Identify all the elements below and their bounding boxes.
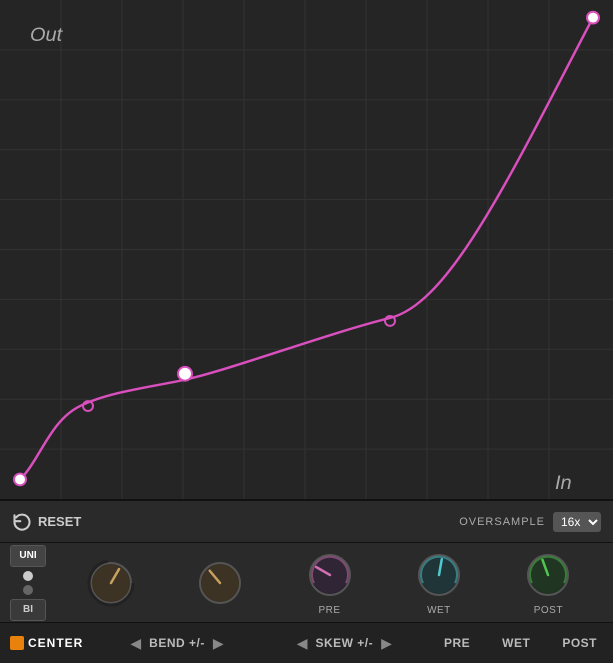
reset-label: RESET	[38, 514, 81, 529]
reset-icon	[12, 512, 32, 532]
uni-dot	[23, 571, 33, 581]
uni-bi-toggle: UNI BI	[10, 545, 46, 621]
wet-knob[interactable]	[413, 549, 465, 601]
curve-point-0[interactable]	[14, 474, 26, 486]
pre-label: PRE	[318, 605, 340, 616]
curve-point-4[interactable]	[587, 12, 599, 24]
pre-knob-wrap: PRE	[275, 549, 384, 616]
curve-point-2[interactable]	[178, 367, 192, 381]
bi-button[interactable]: BI	[10, 599, 46, 621]
control-bar: RESET OVERSAMPLE 1x 2x 4x 8x 16x	[0, 501, 613, 543]
bend-left-arrow[interactable]: ◀	[126, 635, 145, 652]
skew-right-arrow[interactable]: ▶	[377, 635, 396, 652]
oversample-label: OVERSAMPLE	[459, 516, 545, 528]
main-container: Out In RESET OVERSAMPLE 1x 2x 4x 8x 16x	[0, 0, 613, 663]
knob-row: UNI BI	[0, 543, 613, 623]
center-text: CENTER	[28, 636, 83, 650]
skew-control: ◀ SKEW +/- ▶	[261, 635, 428, 652]
out-label: Out	[30, 24, 64, 46]
pre-wet-post: PRE WET POST	[428, 636, 613, 650]
skew-param-label: SKEW +/-	[315, 636, 373, 650]
bend-right-arrow[interactable]: ▶	[209, 635, 228, 652]
bi-dot	[23, 585, 33, 595]
bend-knob[interactable]	[85, 557, 137, 609]
post-knob-wrap: POST	[494, 549, 603, 616]
reset-button[interactable]: RESET	[12, 512, 81, 532]
skew-knob-wrap	[165, 557, 274, 609]
graph-svg[interactable]: Out In	[0, 0, 613, 499]
bend-knob-wrap	[56, 557, 165, 609]
center-button[interactable]: CENTER	[0, 623, 93, 663]
wet-knob-wrap: WET	[384, 549, 493, 616]
post-knob[interactable]	[522, 549, 574, 601]
skew-left-arrow[interactable]: ◀	[293, 635, 312, 652]
bottom-row: CENTER ◀ BEND +/- ▶ ◀ SKEW +/- ▶ PRE WET…	[0, 623, 613, 663]
post-label: POST	[534, 605, 563, 616]
graph-area: Out In	[0, 0, 613, 501]
bend-param-label: BEND +/-	[149, 636, 205, 650]
center-square	[10, 636, 24, 650]
wet-bottom-label[interactable]: WET	[486, 636, 546, 650]
in-label: In	[555, 472, 572, 494]
pre-bottom-label[interactable]: PRE	[428, 636, 486, 650]
post-bottom-label[interactable]: POST	[546, 636, 613, 650]
uni-button[interactable]: UNI	[10, 545, 46, 567]
wet-label: WET	[427, 605, 451, 616]
oversample-select[interactable]: 1x 2x 4x 8x 16x	[553, 512, 601, 532]
bend-control: ◀ BEND +/- ▶	[93, 635, 260, 652]
skew-knob[interactable]	[194, 557, 246, 609]
pre-knob[interactable]	[304, 549, 356, 601]
